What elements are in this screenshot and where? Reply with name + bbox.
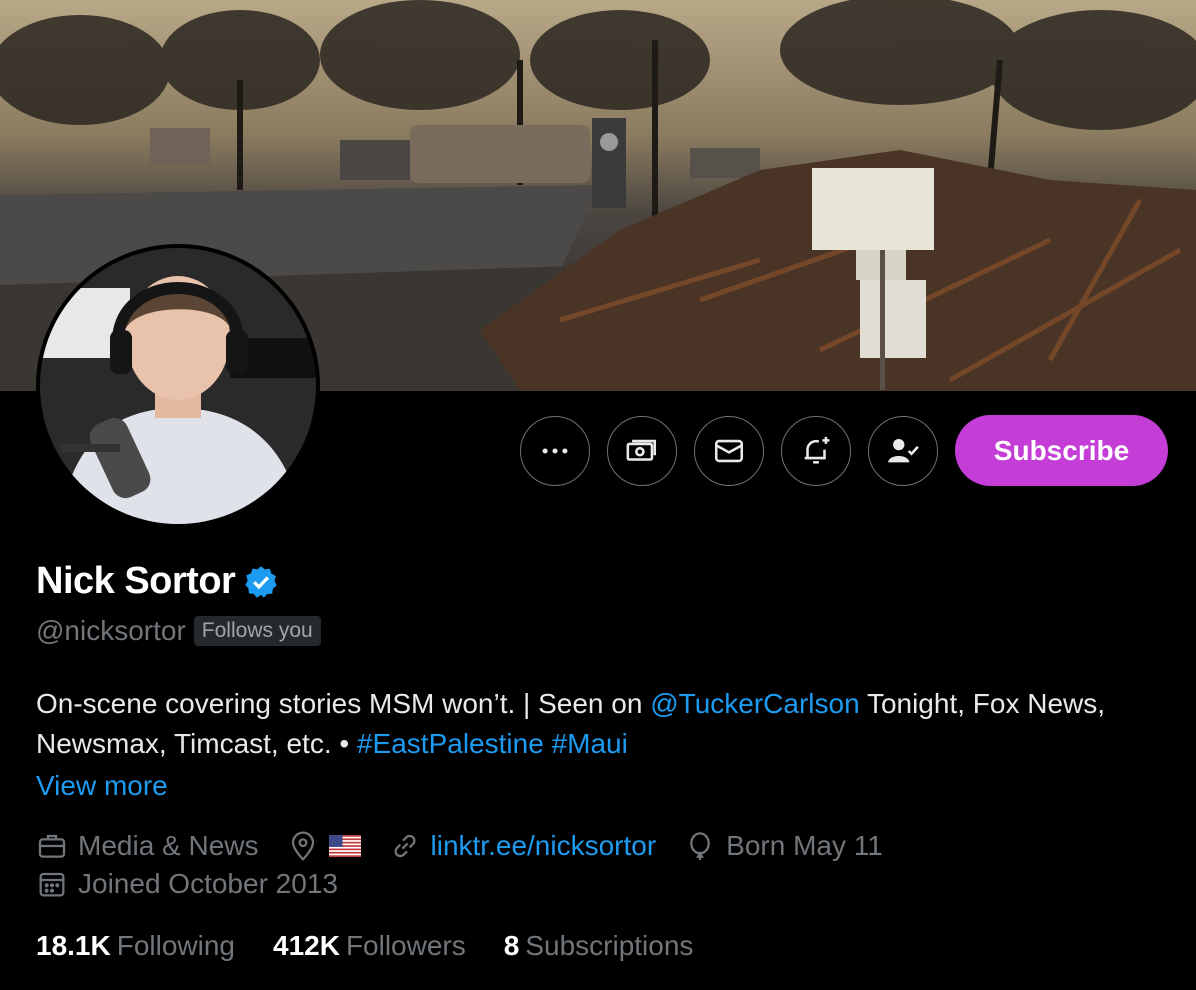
profile-avatar[interactable] bbox=[36, 244, 320, 528]
balloon-icon bbox=[690, 832, 710, 860]
website-link[interactable]: linktr.ee/nicksortor bbox=[431, 830, 657, 862]
birthday-text: Born May 11 bbox=[726, 830, 883, 861]
link-icon bbox=[394, 834, 416, 858]
envelope-icon bbox=[714, 439, 744, 462]
following-label: Following bbox=[116, 930, 235, 961]
money-icon bbox=[626, 439, 657, 461]
avatar-image bbox=[40, 248, 316, 524]
subscriptions-count: 8 bbox=[503, 930, 520, 961]
following-stat[interactable]: 18.1K Following bbox=[36, 930, 235, 962]
us-flag-icon bbox=[328, 835, 361, 857]
bio-mention-link[interactable]: @TuckerCarlson bbox=[650, 688, 859, 719]
joined-item: Joined October 2013 bbox=[36, 868, 338, 900]
profile-stats: 18.1K Following 412K Followers 8 Subscripti… bbox=[36, 930, 693, 962]
bio-hashtag-maui[interactable]: #Maui bbox=[552, 728, 628, 759]
bell-plus-icon bbox=[804, 436, 830, 464]
more-button[interactable] bbox=[520, 415, 590, 486]
bio-hashtag-eastpalestine[interactable]: #EastPalestine bbox=[357, 728, 544, 759]
calendar-icon bbox=[39, 872, 65, 897]
location-item bbox=[287, 830, 361, 862]
briefcase-icon bbox=[38, 834, 66, 858]
joined-text: Joined October 2013 bbox=[78, 868, 338, 899]
bio-text-1: On-scene covering stories MSM won’t. | S… bbox=[36, 688, 651, 719]
profile-actions: Subscribe bbox=[520, 415, 1168, 486]
notify-button[interactable] bbox=[781, 415, 851, 486]
follows-you-badge: Follows you bbox=[193, 616, 321, 646]
following-button[interactable] bbox=[868, 415, 938, 486]
message-button[interactable] bbox=[694, 415, 764, 486]
subscribe-button[interactable]: Subscribe bbox=[955, 415, 1168, 486]
more-icon bbox=[542, 447, 568, 454]
location-pin-icon bbox=[291, 831, 314, 861]
category-text: Media & News bbox=[78, 830, 259, 861]
profile-handle: @nicksortor bbox=[36, 615, 186, 646]
category-item: Media & News bbox=[36, 830, 259, 862]
subscriptions-stat[interactable]: 8 Subscriptions bbox=[504, 930, 694, 962]
followers-label: Followers bbox=[345, 930, 466, 961]
verified-badge-icon[interactable] bbox=[243, 564, 279, 600]
profile-name: Nick Sortor bbox=[36, 560, 236, 602]
tip-button[interactable] bbox=[607, 415, 677, 486]
birthday-item: Born May 11 bbox=[684, 830, 883, 862]
followers-count: 412K bbox=[273, 930, 340, 961]
view-more-link[interactable]: View more bbox=[36, 770, 168, 802]
profile-meta-row-2: Joined October 2013 bbox=[36, 868, 366, 900]
profile-handle-row: @nicksortor Follows you bbox=[36, 615, 321, 647]
website-item: linktr.ee/nicksortor bbox=[389, 830, 657, 862]
profile-name-row: Nick Sortor bbox=[36, 560, 279, 603]
followers-stat[interactable]: 412K Followers bbox=[273, 930, 466, 962]
subscriptions-label: Subscriptions bbox=[525, 930, 694, 961]
person-check-icon bbox=[888, 438, 919, 462]
profile-bio: On-scene covering stories MSM won’t. | S… bbox=[36, 684, 1156, 764]
following-count: 18.1K bbox=[36, 930, 111, 961]
profile-meta-row-1: Media & News linktr.ee/nicksortor Born M… bbox=[36, 830, 911, 862]
